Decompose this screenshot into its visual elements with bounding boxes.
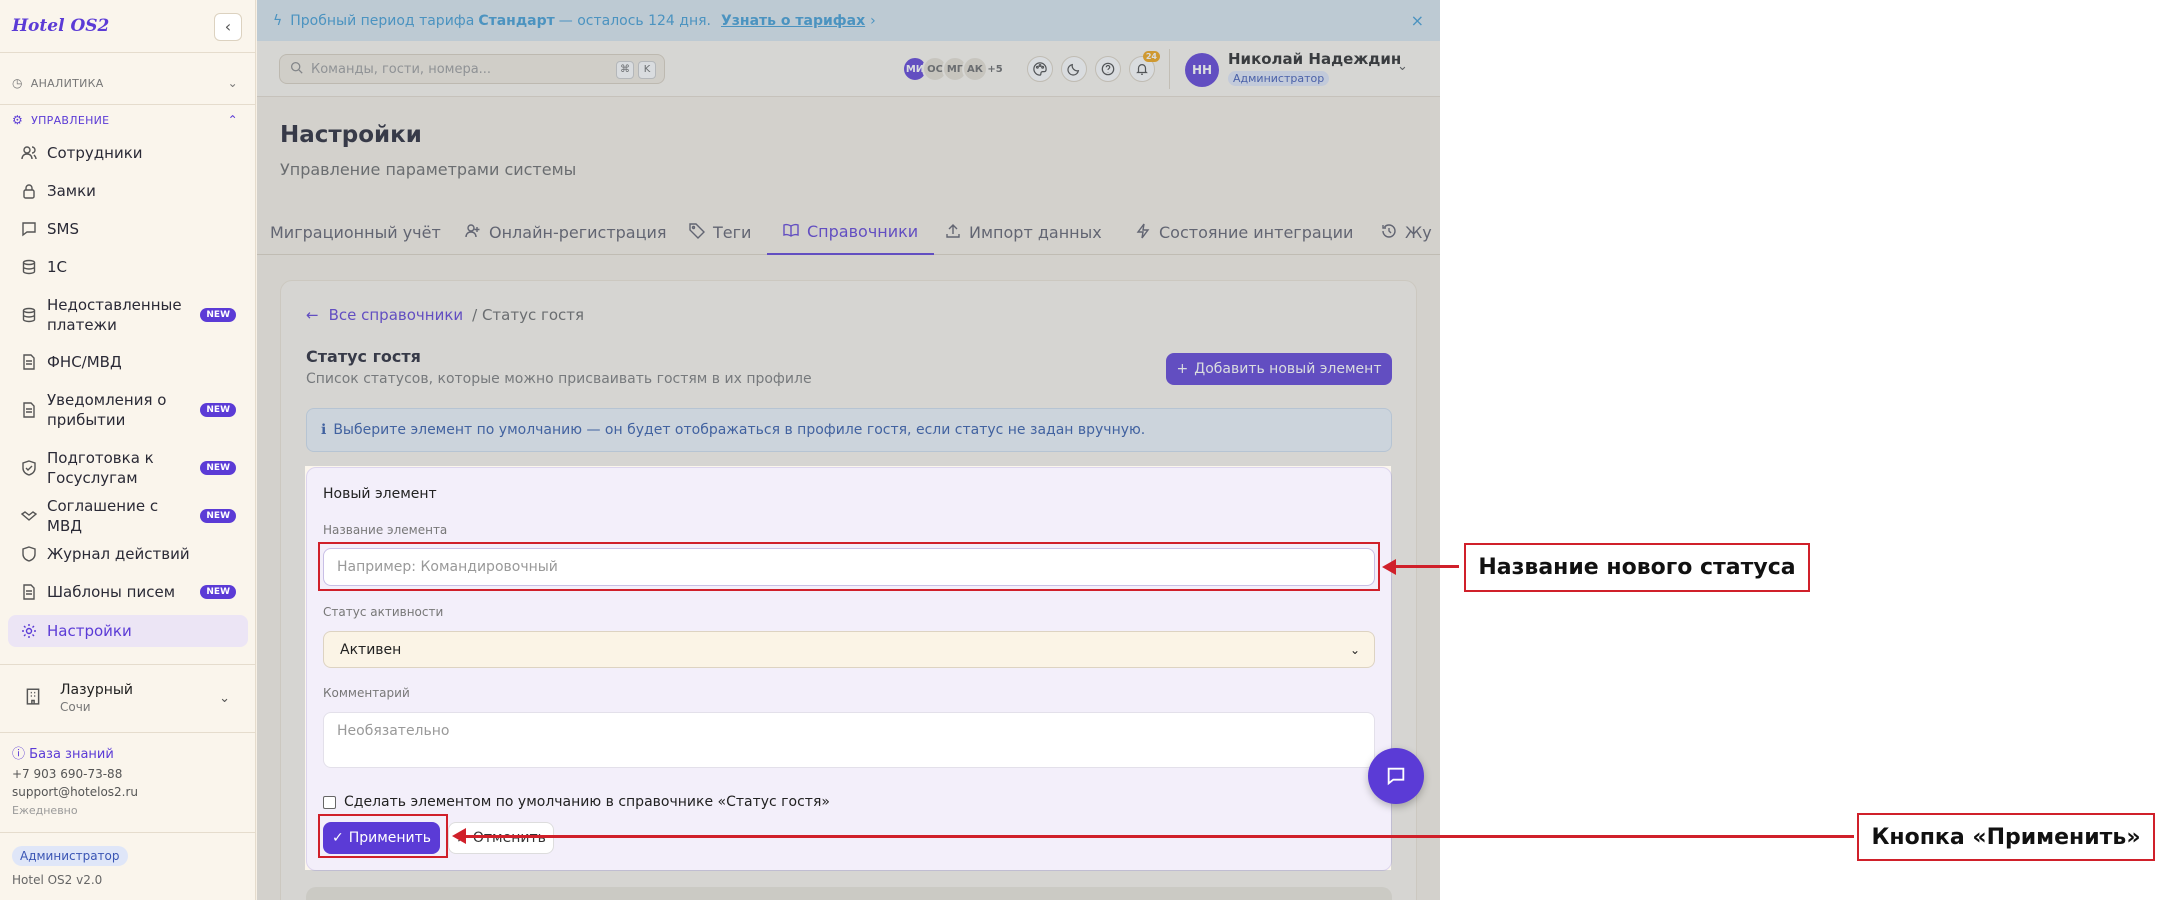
sidebar-item-staff[interactable]: Сотрудники [8, 139, 248, 167]
document-icon [21, 584, 37, 600]
status-label: Статус активности [323, 605, 444, 619]
sidebar-item-action-log[interactable]: Журнал действий [8, 540, 248, 568]
apply-callout: Кнопка «Применить» [1857, 813, 2155, 861]
shield-icon [21, 546, 37, 562]
sidebar-collapse-button[interactable]: ‹ [214, 13, 242, 41]
dim-overlay [257, 0, 1440, 466]
sidebar-item-mvd-agreement[interactable]: Соглашение с МВД NEW [8, 497, 248, 535]
section-analytics[interactable]: ◷ Аналитика ⌄ [12, 72, 244, 94]
kb-link-label: База знаний [29, 747, 114, 762]
form-title: Новый элемент [323, 486, 437, 502]
divider [0, 664, 256, 665]
database-icon [21, 259, 37, 275]
sidebar-item-label: SMS [47, 220, 79, 238]
apply-arrow-line [465, 835, 1854, 838]
hotel-switcher[interactable]: Лазурный Сочи ⌄ [12, 668, 244, 728]
apply-arrow-head [452, 828, 466, 844]
status-select[interactable]: Активен ⌄ [323, 631, 1375, 668]
help-icon: ⓘ [12, 747, 26, 762]
sidebar-item-settings[interactable]: Настройки [8, 615, 248, 647]
gear-icon: ⚙ [12, 113, 24, 127]
default-checkbox-row[interactable]: Сделать элементом по умолчанию в справоч… [323, 794, 830, 810]
sidebar-item-label: Подготовка к Госуслугам [47, 449, 154, 487]
sidebar-item-email-templates[interactable]: Шаблоны писем NEW [8, 578, 248, 606]
new-badge: NEW [200, 461, 236, 475]
building-icon [24, 687, 46, 709]
section-label: Аналитика [30, 76, 104, 90]
section-label: Управление [31, 113, 110, 127]
knowledge-base-link[interactable]: ⓘ База знаний [12, 743, 114, 762]
gear-icon [21, 623, 37, 639]
chat-icon [1387, 767, 1405, 786]
new-badge: NEW [200, 403, 236, 417]
divider [0, 104, 256, 105]
role-badge: Администратор [12, 846, 128, 866]
divider [0, 732, 256, 733]
sidebar-item-undelivered-payments[interactable]: Недоставленные платежи NEW [8, 294, 248, 336]
new-element-form: Новый элемент Название элемента Например… [306, 467, 1392, 871]
comment-placeholder: Необязательно [337, 723, 450, 739]
comment-label: Комментарий [323, 686, 410, 700]
sidebar-item-label: Замки [47, 182, 96, 200]
name-label: Название элемента [323, 523, 448, 537]
sidebar-item-label: Настройки [47, 622, 132, 640]
shield-icon [21, 460, 37, 476]
lock-icon [21, 183, 37, 199]
app-version: Hotel OS2 v2.0 [12, 873, 103, 887]
chevron-down-icon: ⌄ [227, 76, 238, 90]
chevron-down-icon: ⌄ [1349, 642, 1360, 657]
sidebar-item-locks[interactable]: Замки [8, 177, 248, 205]
chat-button[interactable] [1368, 748, 1424, 804]
hotel-city: Сочи [60, 700, 91, 714]
sidebar-item-label: Шаблоны писем [47, 583, 176, 601]
name-callout: Название нового статуса [1464, 543, 1810, 592]
cancel-label: Отменить [472, 830, 546, 846]
sidebar-item-label: Журнал действий [47, 545, 190, 563]
sidebar-item-label: Недоставленные платежи [47, 296, 182, 334]
default-checkbox[interactable] [323, 795, 336, 809]
hotel-name: Лазурный [60, 682, 134, 698]
comment-textarea[interactable]: Необязательно [323, 712, 1375, 768]
document-icon [21, 354, 37, 370]
status-value: Активен [340, 641, 402, 658]
sidebar-item-fns-mvd[interactable]: ФНС/МВД [8, 348, 248, 376]
sidebar-item-arrival-notices[interactable]: Уведомления о прибытии NEW [8, 389, 248, 431]
divider [0, 832, 256, 833]
sidebar-item-label: 1С [47, 258, 68, 276]
name-arrow-head [1382, 559, 1396, 575]
chevron-down-icon: ⌄ [219, 690, 230, 706]
new-badge: NEW [200, 509, 236, 523]
support-schedule: Ежедневно [12, 804, 78, 817]
sidebar: Hotel OS2 ‹ ◷ Аналитика ⌄ ⚙ Управление ⌃… [0, 0, 256, 900]
sidebar-item-gosuslugi[interactable]: Подготовка к Госуслугам NEW [8, 447, 248, 489]
user-group-icon [21, 145, 37, 161]
database-icon [21, 307, 37, 323]
support-email[interactable]: support@hotelos2.ru [12, 785, 138, 799]
app-window: Hotel OS2 ‹ ◷ Аналитика ⌄ ⚙ Управление ⌃… [0, 0, 1440, 900]
sidebar-item-label: Уведомления о прибытии [47, 391, 167, 429]
section-management[interactable]: ⚙ Управление ⌃ [12, 109, 244, 131]
default-checkbox-label: Сделать элементом по умолчанию в справоч… [344, 794, 830, 810]
name-input-highlight [318, 542, 1380, 591]
chevron-up-icon: ⌃ [227, 113, 238, 127]
sidebar-item-1c[interactable]: 1С [8, 253, 248, 281]
apply-button-highlight [318, 814, 448, 858]
document-icon [21, 402, 37, 418]
sidebar-item-label: Соглашение с МВД [47, 497, 159, 535]
handshake-icon [21, 508, 37, 524]
clock-icon: ◷ [12, 76, 23, 90]
dim-overlay [305, 870, 1391, 900]
sidebar-item-label: ФНС/МВД [47, 353, 122, 371]
app-logo: Hotel OS2 [12, 16, 110, 36]
divider [0, 52, 256, 53]
support-phone[interactable]: +7 903 690-73-88 [12, 767, 122, 781]
sidebar-item-sms[interactable]: SMS [8, 215, 248, 243]
dim-overlay [257, 466, 305, 900]
name-arrow-line [1394, 565, 1459, 568]
message-icon [21, 221, 37, 237]
new-badge: NEW [200, 585, 236, 599]
new-badge: NEW [200, 308, 236, 322]
sidebar-item-label: Сотрудники [47, 144, 143, 162]
